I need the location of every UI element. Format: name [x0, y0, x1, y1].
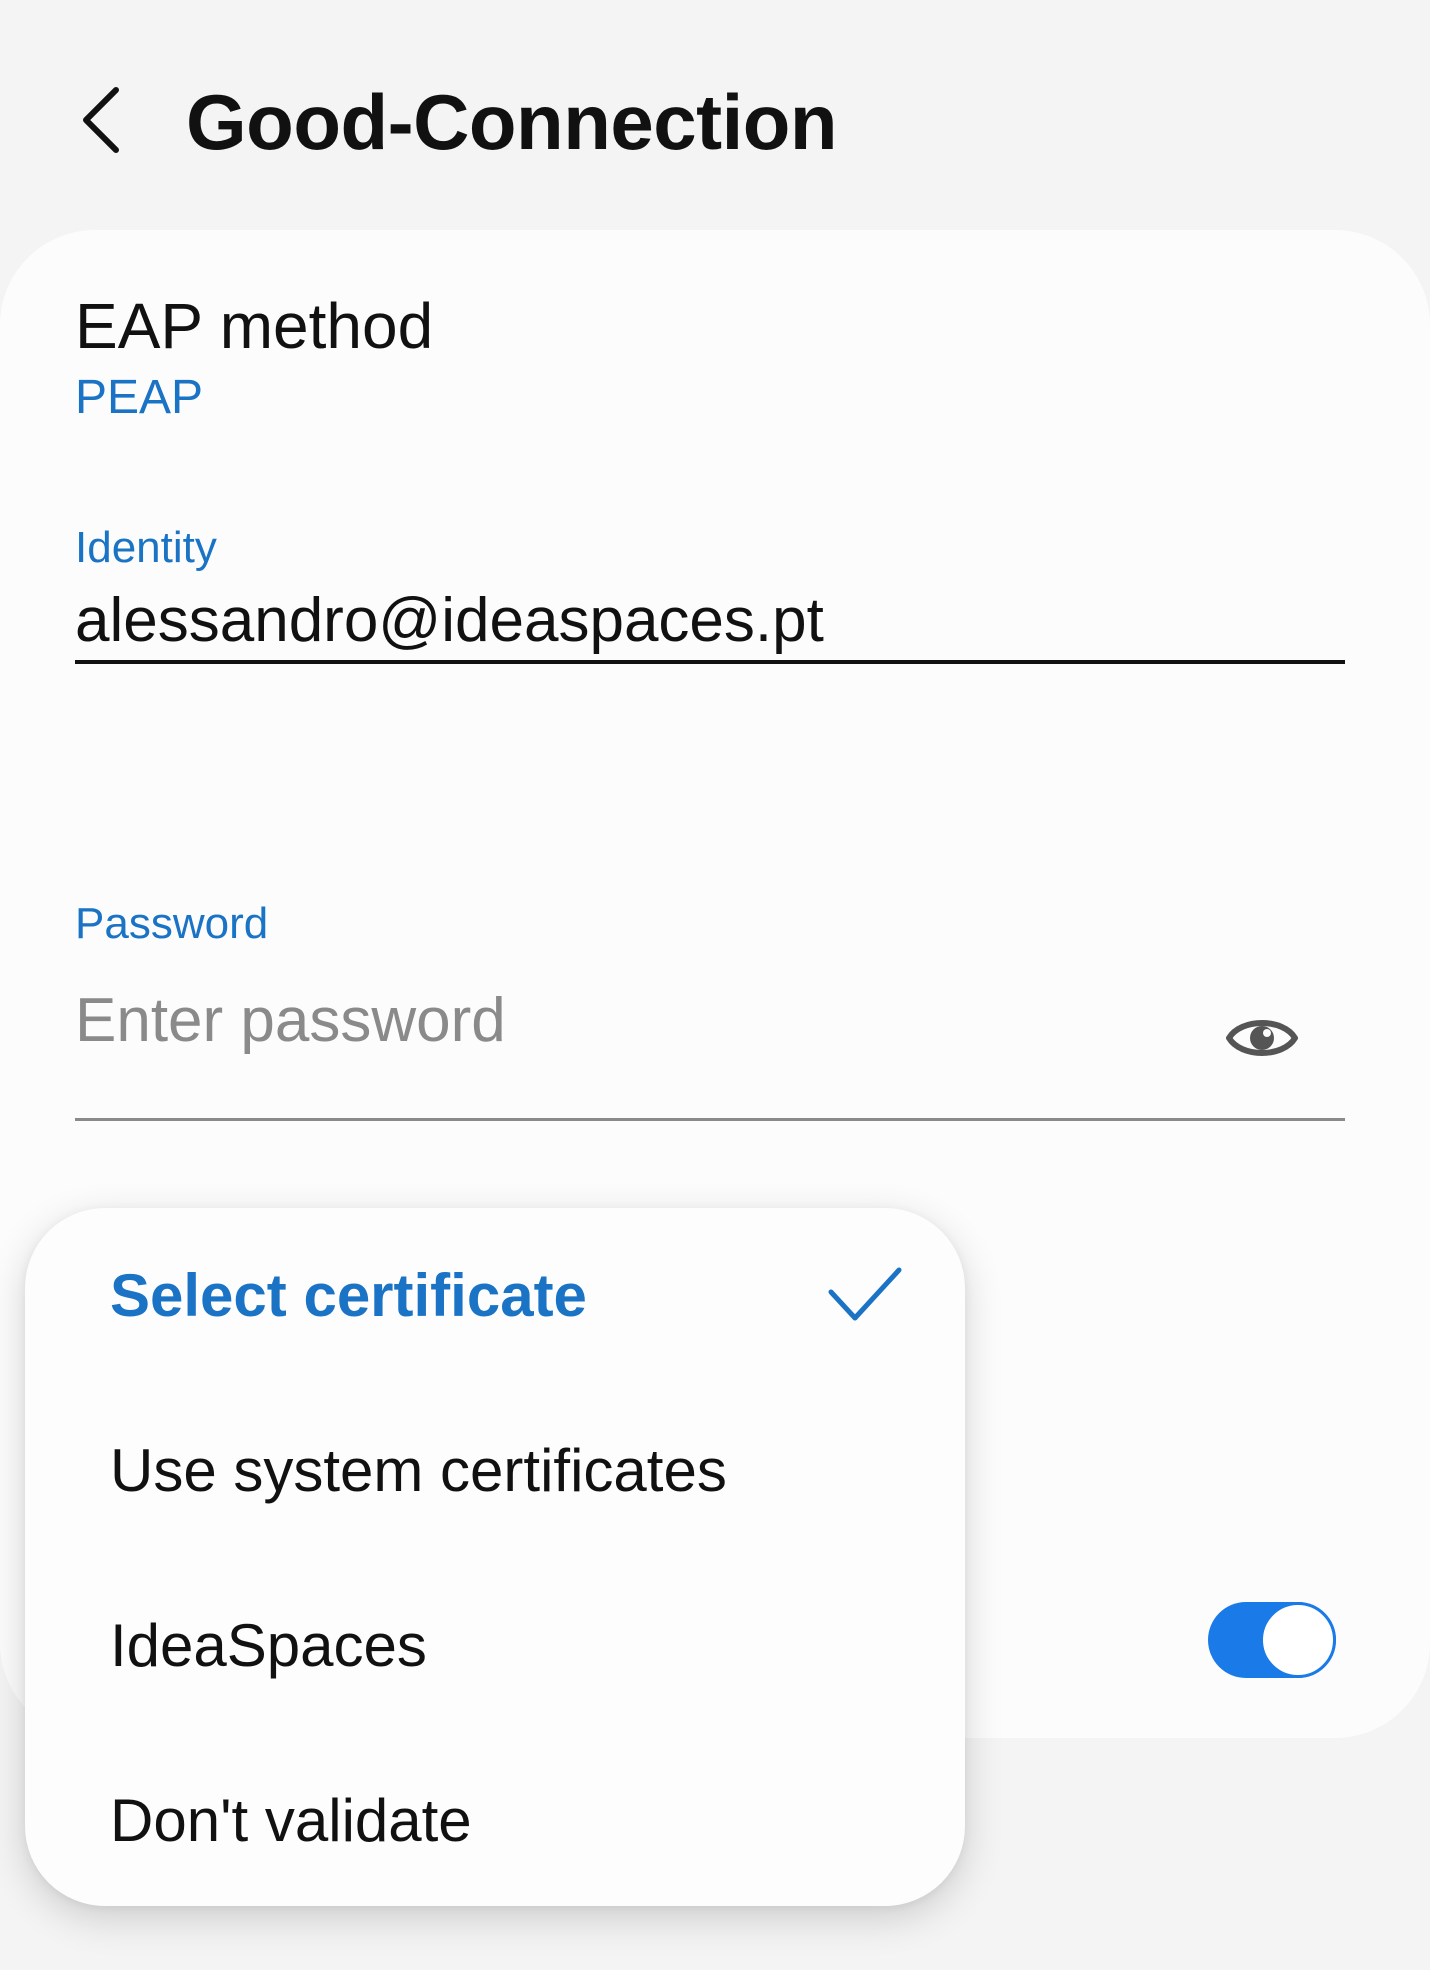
toggle-switch[interactable]	[1208, 1602, 1336, 1678]
dropdown-option-label: IdeaSpaces	[110, 1611, 427, 1679]
identity-label: Identity	[75, 523, 217, 572]
dropdown-option-label: Select certificate	[110, 1261, 587, 1329]
back-button[interactable]	[70, 75, 130, 165]
dropdown-option-use-system-certificates[interactable]: Use system certificates	[25, 1383, 965, 1558]
eap-method-label: EAP method	[75, 290, 434, 362]
eap-method-value[interactable]: PEAP	[75, 370, 203, 426]
chevron-left-icon	[83, 87, 119, 153]
certificate-dropdown: Select certificate Use system certificat…	[25, 1208, 965, 1906]
show-password-button[interactable]	[1222, 1003, 1302, 1073]
password-field[interactable]	[75, 975, 1205, 1065]
dropdown-option-ideaspaces[interactable]: IdeaSpaces	[25, 1558, 965, 1733]
identity-field[interactable]	[75, 580, 1345, 664]
password-underline	[75, 1118, 1345, 1121]
dropdown-option-label: Don't validate	[110, 1786, 472, 1854]
eye-icon	[1226, 1020, 1298, 1056]
dropdown-option-dont-validate[interactable]: Don't validate	[25, 1733, 965, 1908]
toggle-knob	[1260, 1602, 1336, 1678]
app-bar: Good-Connection	[0, 0, 1430, 230]
password-label: Password	[75, 899, 269, 948]
check-icon	[828, 1267, 902, 1321]
dropdown-option-select-certificate[interactable]: Select certificate	[25, 1208, 965, 1383]
dropdown-option-label: Use system certificates	[110, 1436, 727, 1504]
page-title: Good-Connection	[186, 78, 838, 166]
